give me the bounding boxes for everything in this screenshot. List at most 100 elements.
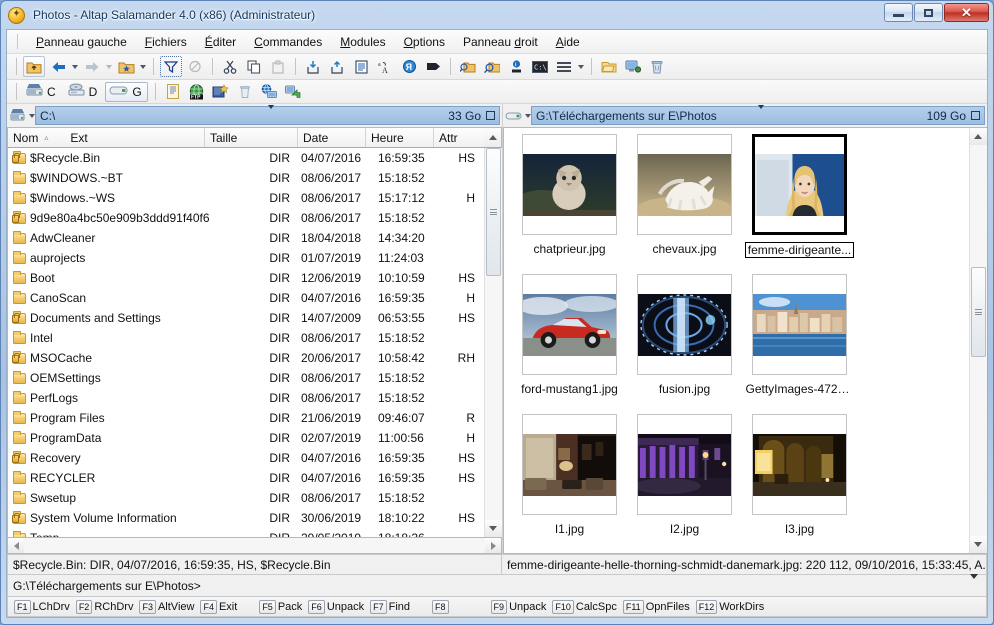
table-row[interactable]: $WINDOWS.~BT DIR 08/06/2017 15:18:52 (8, 168, 484, 188)
root-folder-icon[interactable] (115, 56, 137, 77)
forward-arrow-icon[interactable] (81, 56, 103, 77)
menu-dropdown-icon[interactable] (576, 57, 586, 77)
menu-panneau-gauche[interactable]: Panneau gauche (27, 32, 136, 52)
trash-icon[interactable] (234, 81, 256, 102)
column-header-date[interactable]: Date (298, 128, 366, 147)
right-drive-selector[interactable] (505, 106, 531, 126)
column-header-ext[interactable]: Ext (70, 131, 87, 145)
parent-folder-icon[interactable] (23, 56, 45, 77)
right-scroll-thumb[interactable] (970, 267, 986, 357)
function-key-f4[interactable]: F4 Exit (200, 599, 237, 614)
column-header-name[interactable]: Nom ▵ Ext (8, 128, 205, 147)
thumbnail-item[interactable]: I1.jpg (512, 414, 627, 553)
table-row[interactable]: CanoScan DIR 04/07/2016 16:59:35 H (8, 288, 484, 308)
function-key-f3[interactable]: F3 AltView (139, 599, 194, 614)
menu-editer[interactable]: Éditer (196, 32, 245, 52)
thumbnail-image-city-river[interactable] (752, 274, 847, 375)
function-key-f9[interactable]: F9 Unpack (490, 599, 546, 614)
unpack-icon[interactable] (326, 56, 348, 77)
pack-icon[interactable] (302, 56, 324, 77)
network-neighborhood-icon[interactable] (258, 81, 280, 102)
copy-icon[interactable] (243, 56, 265, 77)
thumbnail-image-arcade-night[interactable] (752, 414, 847, 515)
label-icon[interactable] (422, 56, 444, 77)
thumbnail-item[interactable]: I2.jpg (627, 414, 742, 553)
thumbnail-image-red-car[interactable] (522, 274, 617, 375)
left-scroll-track[interactable] (484, 148, 502, 520)
left-path-dropdown-icon[interactable] (267, 104, 274, 123)
find-folder-icon[interactable] (457, 56, 479, 77)
network-icon[interactable] (622, 56, 644, 77)
open-folder-icon[interactable] (598, 56, 620, 77)
command-history-dropdown-icon[interactable] (970, 573, 978, 593)
left-scroll-thumb[interactable] (485, 148, 501, 276)
find-file-icon[interactable] (481, 56, 503, 77)
left-panel-toggle-icon[interactable] (486, 111, 495, 120)
table-row[interactable]: 9d9e80a4bc50e909b3ddd91f40f6 DIR 08/06/201… (8, 208, 484, 228)
table-row[interactable]: Program Files DIR 21/06/2019 09:46:07 R (8, 408, 484, 428)
table-row[interactable]: System Volume Information DIR 30/06/2019 18… (8, 508, 484, 528)
maximize-button[interactable] (914, 3, 943, 22)
left-file-rows[interactable]: $Recycle.Bin DIR 04/07/2016 16:59:35 HS $WIND… (8, 148, 484, 537)
thumbnail-item[interactable]: femme-dirigeante... (742, 134, 857, 274)
forward-dropdown-icon[interactable] (104, 57, 114, 77)
thumbnail-item[interactable]: chevaux.jpg (627, 134, 742, 274)
table-row[interactable]: Swsetup DIR 08/06/2017 15:18:52 (8, 488, 484, 508)
table-row[interactable]: $Windows.~WS DIR 08/06/2017 15:17:12 H (8, 188, 484, 208)
select-filter-icon[interactable] (160, 56, 182, 77)
table-row[interactable]: auprojects DIR 01/07/2019 11:24:03 (8, 248, 484, 268)
function-key-f10[interactable]: F10 CalcSpc (552, 599, 617, 614)
thumbnail-item[interactable]: chatprieur.jpg (512, 134, 627, 274)
column-header-attr[interactable]: Attr (434, 128, 484, 147)
function-key-f11[interactable]: F11 OpnFiles (622, 599, 690, 614)
ftp-icon[interactable]: FTP (186, 81, 208, 102)
menu-modules[interactable]: Modules (331, 32, 394, 52)
function-key-f6[interactable]: F6 Unpack (308, 599, 364, 614)
table-row[interactable]: TempDIR29/05/201918:18:36 (8, 528, 484, 537)
thumbnail-item[interactable]: fusion.jpg (627, 274, 742, 414)
back-dropdown-icon[interactable] (70, 57, 80, 77)
root-dropdown-icon[interactable] (138, 57, 148, 77)
plugins-icon[interactable] (210, 81, 232, 102)
view-icon[interactable] (350, 56, 372, 77)
function-key-f2[interactable]: F2 RChDrv (75, 599, 133, 614)
thumbnail-item[interactable]: ford-mustang1.jpg (512, 274, 627, 414)
table-row[interactable]: Recovery DIR 04/07/2016 16:59:35 HS (8, 448, 484, 468)
right-vertical-scrollbar[interactable] (969, 128, 987, 553)
right-scroll-track[interactable] (969, 145, 987, 536)
right-path-dropdown-icon[interactable] (758, 104, 764, 123)
function-key-f7[interactable]: F7 Find (370, 599, 410, 614)
drive-button-g[interactable]: G (105, 81, 148, 102)
recycle-bin-icon[interactable] (646, 56, 668, 77)
menu-fichiers[interactable]: Fichiers (136, 32, 196, 52)
drive-button-c[interactable]: C (22, 82, 62, 102)
thumbnail-image-hotel-lobby[interactable] (522, 414, 617, 515)
column-header-time[interactable]: Heure (366, 128, 434, 147)
thumbnail-item[interactable]: GettyImages-4721... (742, 274, 857, 414)
rename-icon[interactable]: aA (374, 56, 396, 77)
command-line[interactable]: G:\Téléchargements sur E\Photos> (7, 573, 987, 597)
share-icon[interactable] (282, 81, 304, 102)
thumbnail-grid[interactable]: chatprieur.jpg chevaux.jpg femme-dirigea… (504, 128, 969, 553)
close-button[interactable]: ✕ (944, 3, 989, 22)
function-key-f12[interactable]: F12 WorkDirs (695, 599, 764, 614)
right-path-field[interactable]: G:\Téléchargements sur E\Photos 109 Go (531, 104, 985, 125)
function-key-f5[interactable]: F5 Pack (259, 599, 302, 614)
right-scroll-up-button[interactable] (969, 128, 987, 145)
left-vertical-scrollbar[interactable] (484, 148, 502, 537)
deselect-icon[interactable] (184, 56, 206, 77)
right-panel-toggle-icon[interactable] (971, 111, 980, 120)
table-row[interactable]: MSOCache DIR 20/06/2017 10:58:42 RH (8, 348, 484, 368)
menu-options[interactable]: Options (395, 32, 454, 52)
minimize-button[interactable] (884, 3, 913, 22)
table-row[interactable]: RECYCLER DIR 04/07/2016 16:59:35 HS (8, 468, 484, 488)
left-path-field[interactable]: C:\ 33 Go (35, 104, 500, 125)
left-scroll-left-button[interactable] (8, 538, 24, 553)
table-row[interactable]: AdwCleaner DIR 18/04/2018 14:34:20 (8, 228, 484, 248)
menu-commandes[interactable]: Commandes (245, 32, 331, 52)
back-arrow-icon[interactable] (47, 56, 69, 77)
table-row[interactable]: OEMSettings DIR 08/06/2017 15:18:52 (8, 368, 484, 388)
left-horizontal-scrollbar[interactable] (7, 538, 502, 554)
left-scroll-down-button[interactable] (484, 520, 502, 537)
table-row[interactable]: ProgramData DIR 02/07/2019 11:00:56 H (8, 428, 484, 448)
